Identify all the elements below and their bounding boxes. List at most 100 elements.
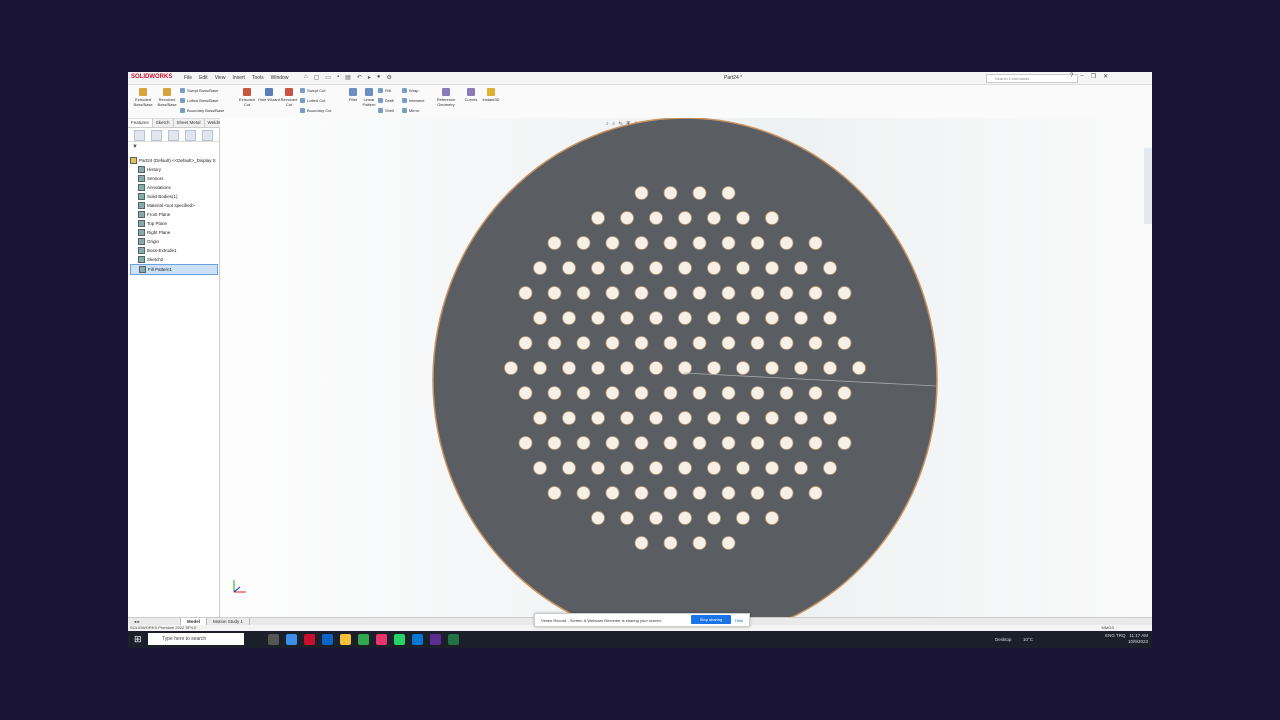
pattern-hole[interactable]	[634, 186, 649, 200]
pattern-hole[interactable]	[576, 436, 591, 450]
pattern-hole[interactable]	[765, 511, 779, 525]
pattern-hole[interactable]	[620, 211, 634, 225]
pattern-hole[interactable]	[634, 486, 649, 500]
pattern-hole[interactable]	[576, 336, 591, 350]
extrude-button[interactable]: Extruded Boss/Base	[132, 88, 154, 107]
pattern-hole[interactable]	[823, 261, 837, 275]
restore-icon[interactable]: ❐	[1091, 73, 1096, 80]
pattern-hole[interactable]	[779, 486, 794, 500]
pattern-hole[interactable]	[736, 211, 750, 225]
pattern-hole[interactable]	[562, 361, 576, 375]
pattern-hole[interactable]	[620, 461, 634, 475]
hide-button[interactable]: Hide	[735, 618, 743, 623]
explorer-icon[interactable]	[340, 634, 351, 645]
options-icon[interactable]: ⚙	[386, 74, 391, 81]
extruded-cut-button[interactable]: Extruded Cut	[236, 88, 258, 107]
pattern-hole[interactable]	[808, 486, 823, 500]
pattern-hole[interactable]	[736, 411, 750, 425]
select-icon[interactable]: ▸	[368, 74, 371, 81]
pattern-hole[interactable]	[779, 336, 794, 350]
pattern-hole[interactable]	[692, 236, 707, 250]
pattern-hole[interactable]	[663, 386, 678, 400]
pattern-hole[interactable]	[837, 336, 852, 350]
tree-item[interactable]: Origin	[130, 237, 218, 246]
stop-sharing-button[interactable]: Stop sharing	[691, 615, 731, 624]
pattern-hole[interactable]	[736, 511, 750, 525]
pattern-hole[interactable]	[808, 236, 823, 250]
taskbar-search-input[interactable]: Type here to search	[148, 633, 244, 645]
tab-sheet-metal[interactable]: Sheet Metal	[174, 119, 205, 127]
shell-button[interactable]: Shell	[378, 108, 394, 113]
pattern-hole[interactable]	[721, 186, 736, 200]
pattern-hole[interactable]	[721, 386, 736, 400]
boundary-boss-button[interactable]: Boundary Boss/Base	[180, 108, 224, 113]
pattern-hole[interactable]	[634, 286, 649, 300]
pattern-hole[interactable]	[576, 486, 591, 500]
pattern-hole[interactable]	[591, 461, 605, 475]
pattern-hole[interactable]	[605, 336, 620, 350]
pattern-hole[interactable]	[663, 286, 678, 300]
tree-item[interactable]: Solid Bodies(1)	[130, 192, 218, 201]
pattern-hole[interactable]	[620, 361, 634, 375]
pattern-hole[interactable]	[736, 461, 750, 475]
pattern-hole[interactable]	[663, 486, 678, 500]
config-manager-tab-icon[interactable]	[168, 130, 179, 141]
pattern-hole[interactable]	[736, 261, 750, 275]
pattern-hole[interactable]	[678, 511, 692, 525]
teams-icon[interactable]	[430, 634, 441, 645]
edge-icon[interactable]	[322, 634, 333, 645]
pattern-hole[interactable]	[576, 386, 591, 400]
pattern-hole[interactable]	[823, 411, 837, 425]
pattern-hole[interactable]	[591, 261, 605, 275]
open-icon[interactable]: ▭	[325, 74, 331, 81]
pattern-hole[interactable]	[533, 311, 547, 325]
whatsapp-icon[interactable]	[394, 634, 405, 645]
close-icon[interactable]: ✕	[1103, 73, 1108, 80]
display-manager-tab-icon[interactable]	[202, 130, 213, 141]
pattern-hole[interactable]	[605, 486, 620, 500]
pattern-hole[interactable]	[779, 436, 794, 450]
pattern-hole[interactable]	[518, 336, 533, 350]
swept-cut-button[interactable]: Swept Cut	[300, 88, 325, 93]
pattern-hole[interactable]	[634, 436, 649, 450]
task-view-icon[interactable]	[268, 634, 279, 645]
pattern-hole[interactable]	[808, 436, 823, 450]
feature-tree-tab-icon[interactable]	[134, 130, 145, 141]
pattern-hole[interactable]	[779, 386, 794, 400]
pattern-hole[interactable]	[504, 361, 518, 375]
pattern-hole[interactable]	[576, 236, 591, 250]
menu-insert[interactable]: Insert	[232, 75, 245, 81]
pattern-hole[interactable]	[562, 261, 576, 275]
pattern-hole[interactable]	[750, 336, 765, 350]
pattern-hole[interactable]	[779, 286, 794, 300]
pattern-hole[interactable]	[692, 336, 707, 350]
pattern-hole[interactable]	[808, 336, 823, 350]
new-icon[interactable]: ▢	[314, 74, 320, 81]
pattern-hole[interactable]	[605, 286, 620, 300]
windows-start-icon[interactable]: ⊞	[134, 635, 142, 644]
pattern-hole[interactable]	[562, 461, 576, 475]
pattern-hole[interactable]	[518, 436, 533, 450]
menu-edit[interactable]: Edit	[199, 75, 208, 81]
pattern-hole[interactable]	[707, 211, 721, 225]
pattern-hole[interactable]	[692, 386, 707, 400]
desktop-label[interactable]: Desktop	[995, 637, 1012, 642]
pattern-hole[interactable]	[808, 286, 823, 300]
home-icon[interactable]: ⌂	[304, 74, 308, 81]
pattern-hole[interactable]	[765, 261, 779, 275]
pattern-hole[interactable]	[678, 361, 692, 375]
tree-item[interactable]: Front Plane	[130, 210, 218, 219]
pattern-hole[interactable]	[707, 361, 721, 375]
pattern-hole[interactable]	[707, 311, 721, 325]
pattern-hole[interactable]	[605, 236, 620, 250]
rib-button[interactable]: Rib	[378, 88, 391, 93]
boundary-cut-button[interactable]: Boundary Cut	[300, 108, 331, 113]
pattern-hole[interactable]	[649, 411, 663, 425]
pattern-hole[interactable]	[533, 411, 547, 425]
pattern-hole[interactable]	[663, 336, 678, 350]
pattern-hole[interactable]	[591, 411, 605, 425]
pattern-hole[interactable]	[678, 411, 692, 425]
menu-view[interactable]: View	[215, 75, 226, 81]
pattern-hole[interactable]	[649, 461, 663, 475]
task-pane-tabs[interactable]	[1144, 148, 1152, 224]
